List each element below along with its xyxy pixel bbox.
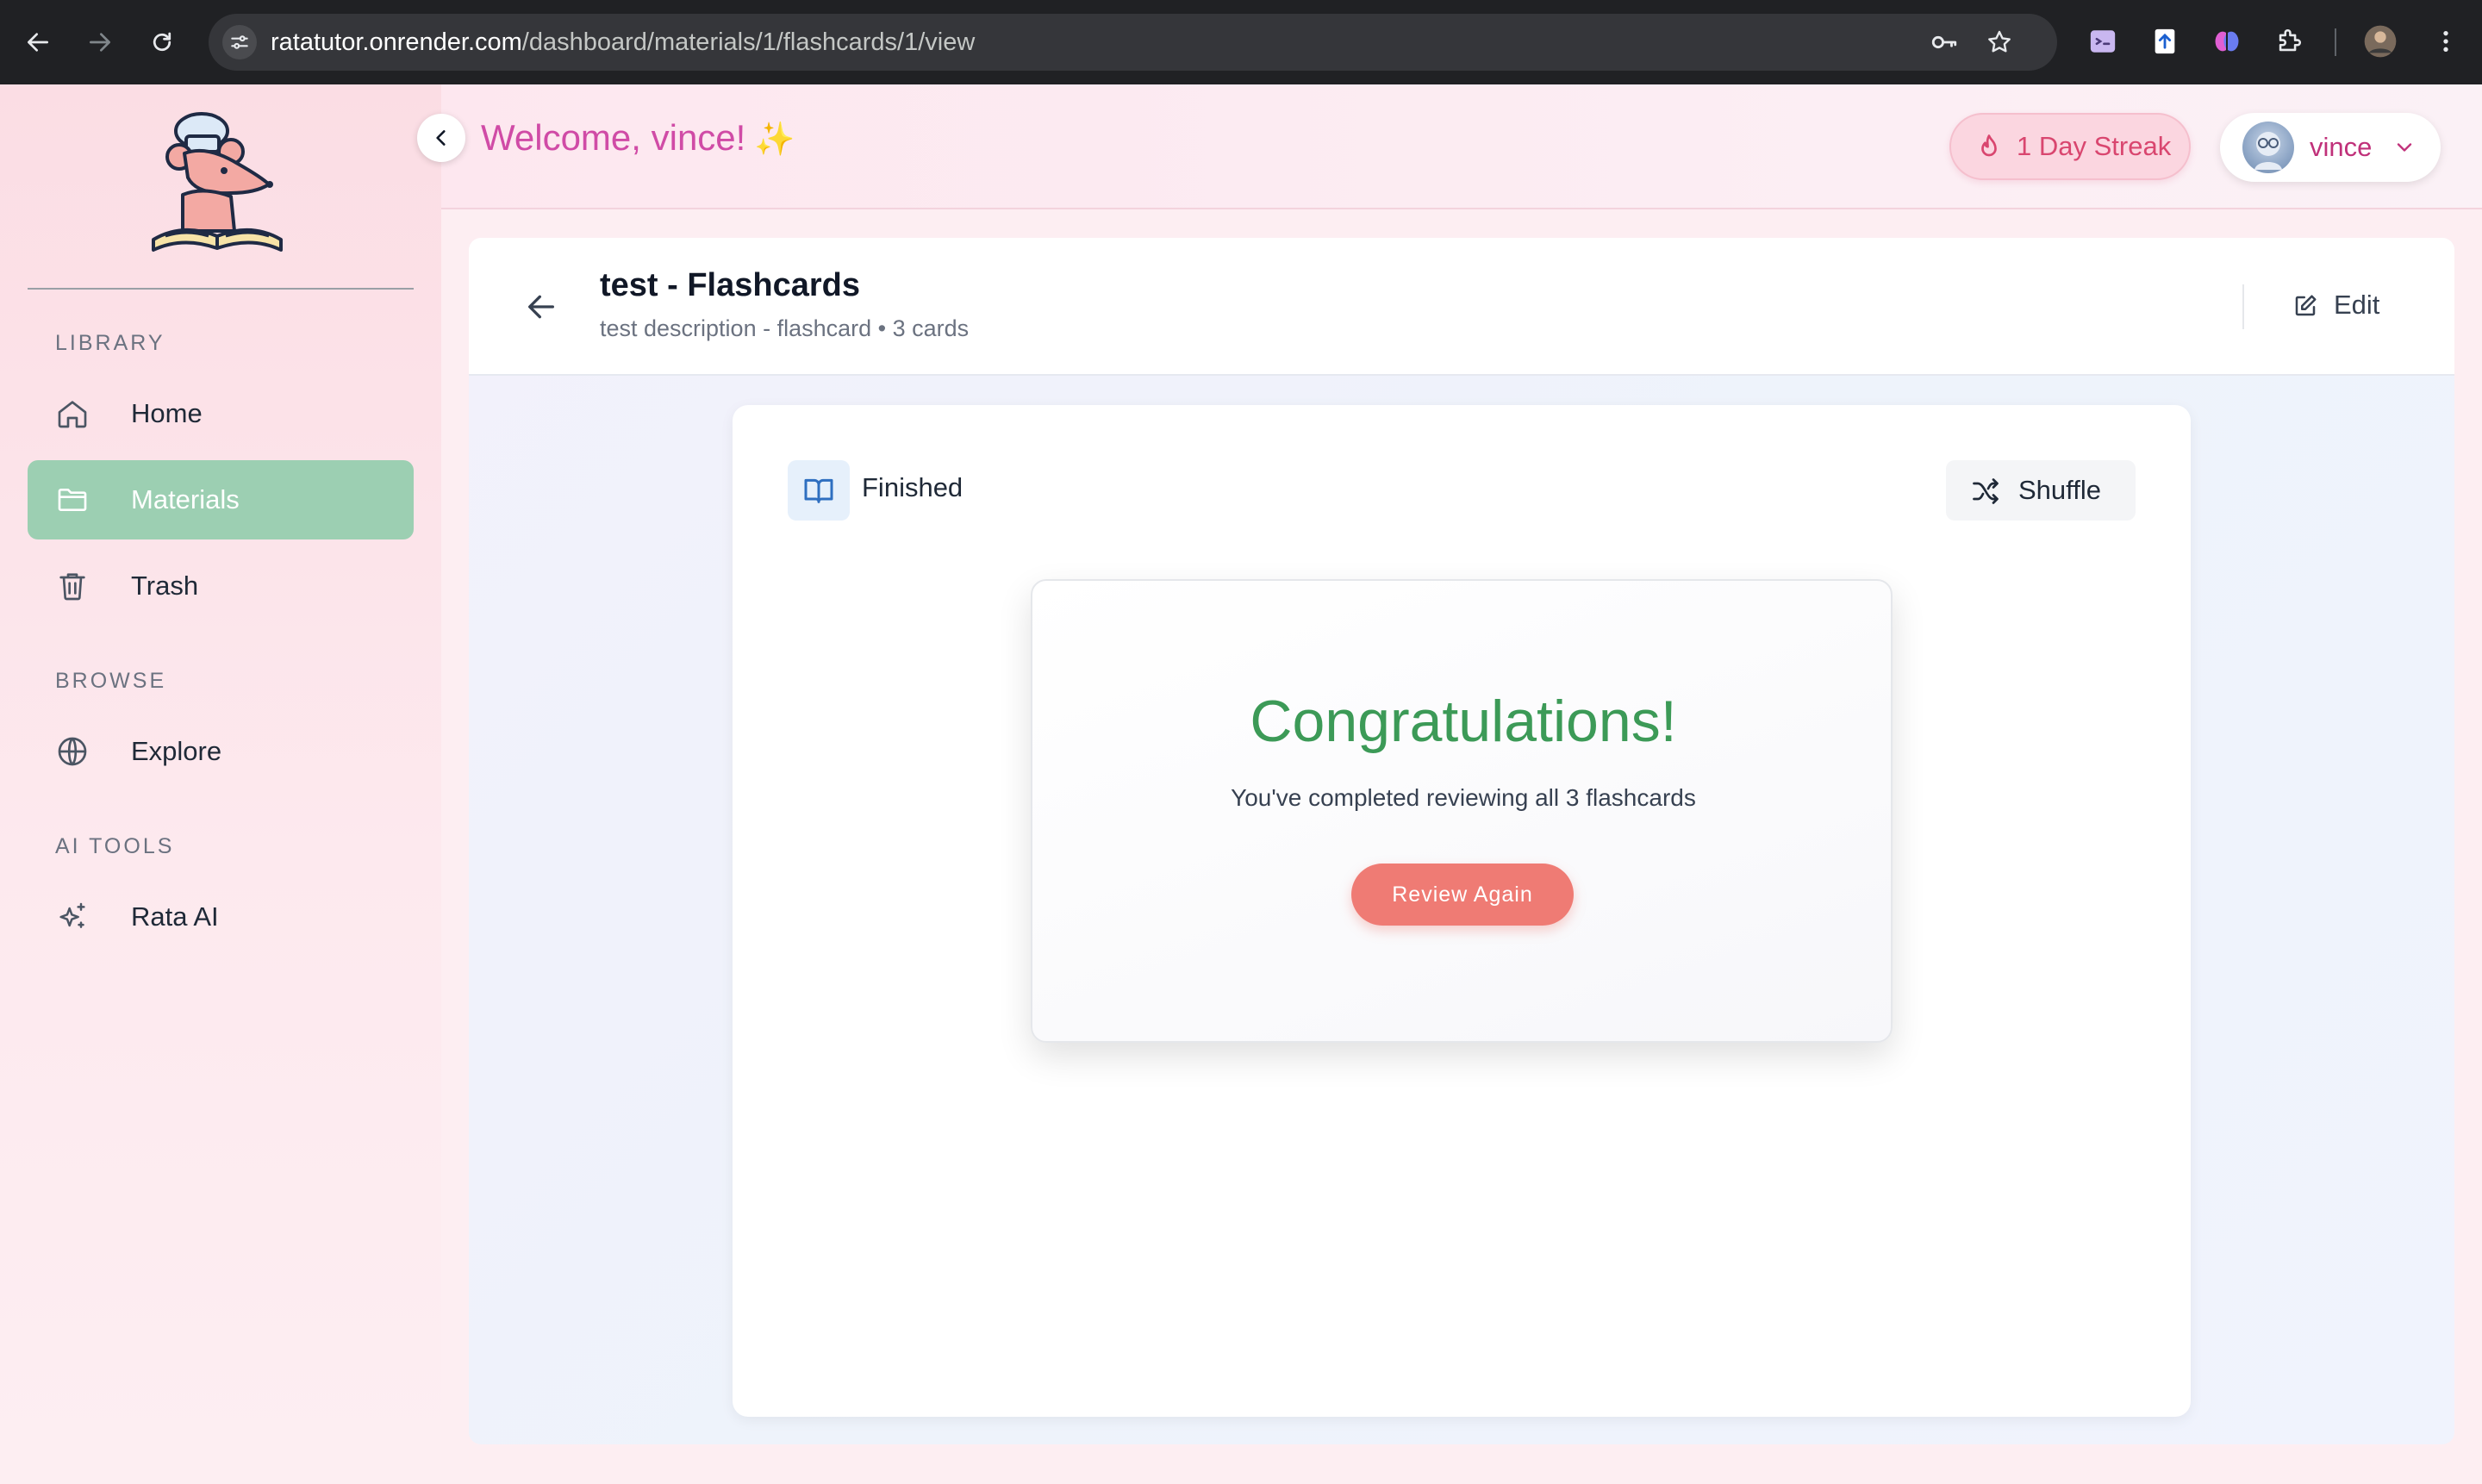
site-settings-icon[interactable] xyxy=(222,25,257,59)
sidebar-item-materials[interactable]: Materials xyxy=(28,460,414,539)
sidebar: LIBRARY Home Materials Trash BROWSE Expl… xyxy=(0,84,441,1484)
sparkles-icon xyxy=(55,900,90,934)
welcome-message: Welcome, vince! ✨ xyxy=(481,117,795,158)
completion-card: Congratulations! You've completed review… xyxy=(1031,579,1893,1043)
flame-icon xyxy=(1974,132,2005,163)
sparkle-icon: ✨ xyxy=(754,122,795,158)
status-label: Finished xyxy=(862,472,963,502)
profile-avatar[interactable] xyxy=(2363,24,2398,59)
forward-arrow-icon[interactable] xyxy=(78,20,122,65)
sidebar-item-label: Materials xyxy=(131,484,240,514)
back-arrow-icon xyxy=(528,295,554,319)
kebab-menu-icon[interactable] xyxy=(2429,24,2463,59)
section-label-library: LIBRARY xyxy=(55,331,165,355)
user-menu-button[interactable]: vince xyxy=(2220,113,2441,182)
folder-icon xyxy=(55,483,90,517)
reload-icon[interactable] xyxy=(140,20,184,65)
page-title-bar xyxy=(469,238,2454,376)
edit-button[interactable]: Edit xyxy=(2282,281,2403,329)
congrats-message: You've completed reviewing all 3 flashca… xyxy=(1231,784,1696,811)
edit-pencil-icon xyxy=(2292,293,2318,319)
sidebar-divider xyxy=(28,288,414,290)
password-key-icon[interactable] xyxy=(1927,25,1961,59)
browser-toolbar: ratatutor.onrender.com/dashboard/materia… xyxy=(0,0,2482,84)
back-button[interactable] xyxy=(524,290,558,324)
extension-upload-icon[interactable] xyxy=(2148,24,2182,59)
extensions-puzzle-icon[interactable] xyxy=(2272,24,2306,59)
extension-icon[interactable] xyxy=(2086,24,2120,59)
shuffle-button[interactable]: Shuffle xyxy=(1946,460,2136,521)
url-text: ratatutor.onrender.com/dashboard/materia… xyxy=(271,28,976,56)
status-icon-box xyxy=(788,460,850,521)
sidebar-item-home[interactable]: Home xyxy=(28,374,414,453)
avatar xyxy=(2242,122,2294,173)
page-title: test - Flashcards xyxy=(600,267,860,303)
streak-label: 1 Day Streak xyxy=(2017,131,2172,161)
chevron-left-icon xyxy=(436,130,446,146)
shuffle-icon xyxy=(1970,476,2001,507)
home-icon xyxy=(55,396,90,431)
sidebar-item-label: Rata AI xyxy=(131,901,219,932)
toolbar-divider xyxy=(2335,28,2336,56)
shuffle-label: Shuffle xyxy=(2018,475,2101,505)
chevron-down-icon xyxy=(2392,135,2417,159)
sidebar-item-label: Home xyxy=(131,398,203,428)
section-label-ai-tools: AI TOOLS xyxy=(55,834,175,858)
title-bar-divider xyxy=(2242,284,2244,329)
rat-chef-logo[interactable] xyxy=(148,110,286,257)
sidebar-item-rata-ai[interactable]: Rata AI xyxy=(28,877,414,957)
section-label-browse: BROWSE xyxy=(55,669,167,693)
collapse-sidebar-button[interactable] xyxy=(417,114,465,162)
streak-badge[interactable]: 1 Day Streak xyxy=(1949,113,2191,180)
sidebar-item-label: Trash xyxy=(131,571,199,601)
page-subtitle: test description - flashcard • 3 cards xyxy=(600,315,970,341)
sidebar-item-trash[interactable]: Trash xyxy=(28,546,414,626)
username-label: vince xyxy=(2310,132,2373,162)
sidebar-item-explore[interactable]: Explore xyxy=(28,712,414,791)
trash-icon xyxy=(55,569,90,603)
address-bar[interactable]: ratatutor.onrender.com/dashboard/materia… xyxy=(209,14,2057,71)
sidebar-item-label: Explore xyxy=(131,736,222,766)
globe-icon xyxy=(55,734,90,769)
edit-label: Edit xyxy=(2334,290,2380,320)
review-again-button[interactable]: Review Again xyxy=(1351,864,1574,926)
congrats-title: Congratulations! xyxy=(1250,689,1677,754)
extension-brain-icon[interactable] xyxy=(2210,24,2244,59)
bookmark-star-icon[interactable] xyxy=(1982,25,2017,59)
back-arrow-icon[interactable] xyxy=(16,20,60,65)
open-book-icon xyxy=(804,478,833,503)
